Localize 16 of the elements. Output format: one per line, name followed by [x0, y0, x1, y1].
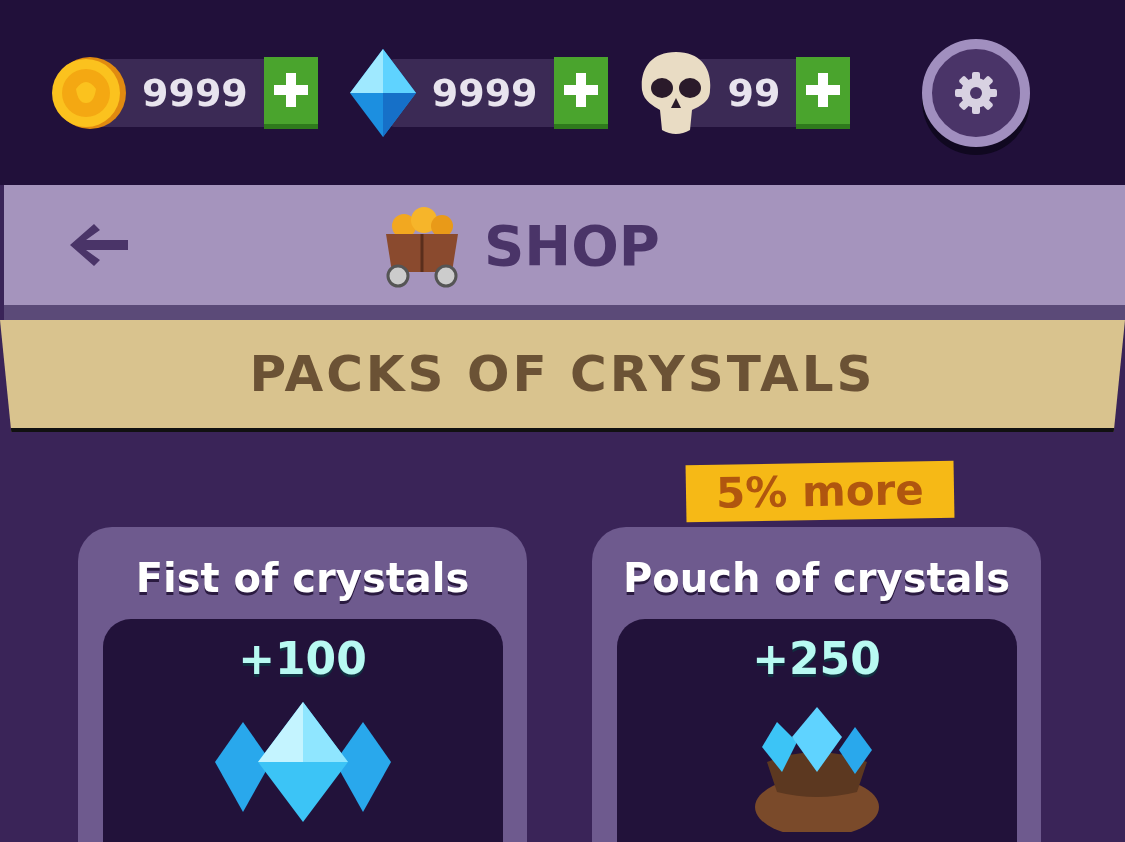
bonus-badge: 5% more: [685, 460, 955, 523]
plus-icon: [273, 73, 308, 107]
section-title: PACKS OF CRYSTALS: [249, 345, 876, 403]
pack-card[interactable]: Fist of crystals +100: [78, 527, 527, 842]
coin-icon: [50, 54, 128, 131]
settings-icon: [954, 70, 999, 115]
pack-name: Fist of crystals: [135, 555, 470, 601]
pack-amount: +100: [238, 633, 367, 684]
pack-amount: +250: [752, 633, 881, 684]
pack-name: Pouch of crystals: [622, 555, 1011, 601]
plus-icon: [563, 73, 598, 107]
screen-title: SHOP: [484, 212, 660, 278]
add-button[interactable]: [553, 56, 608, 129]
plus-icon: [806, 73, 841, 107]
add-button[interactable]: [263, 56, 318, 129]
add-button[interactable]: [796, 56, 851, 129]
